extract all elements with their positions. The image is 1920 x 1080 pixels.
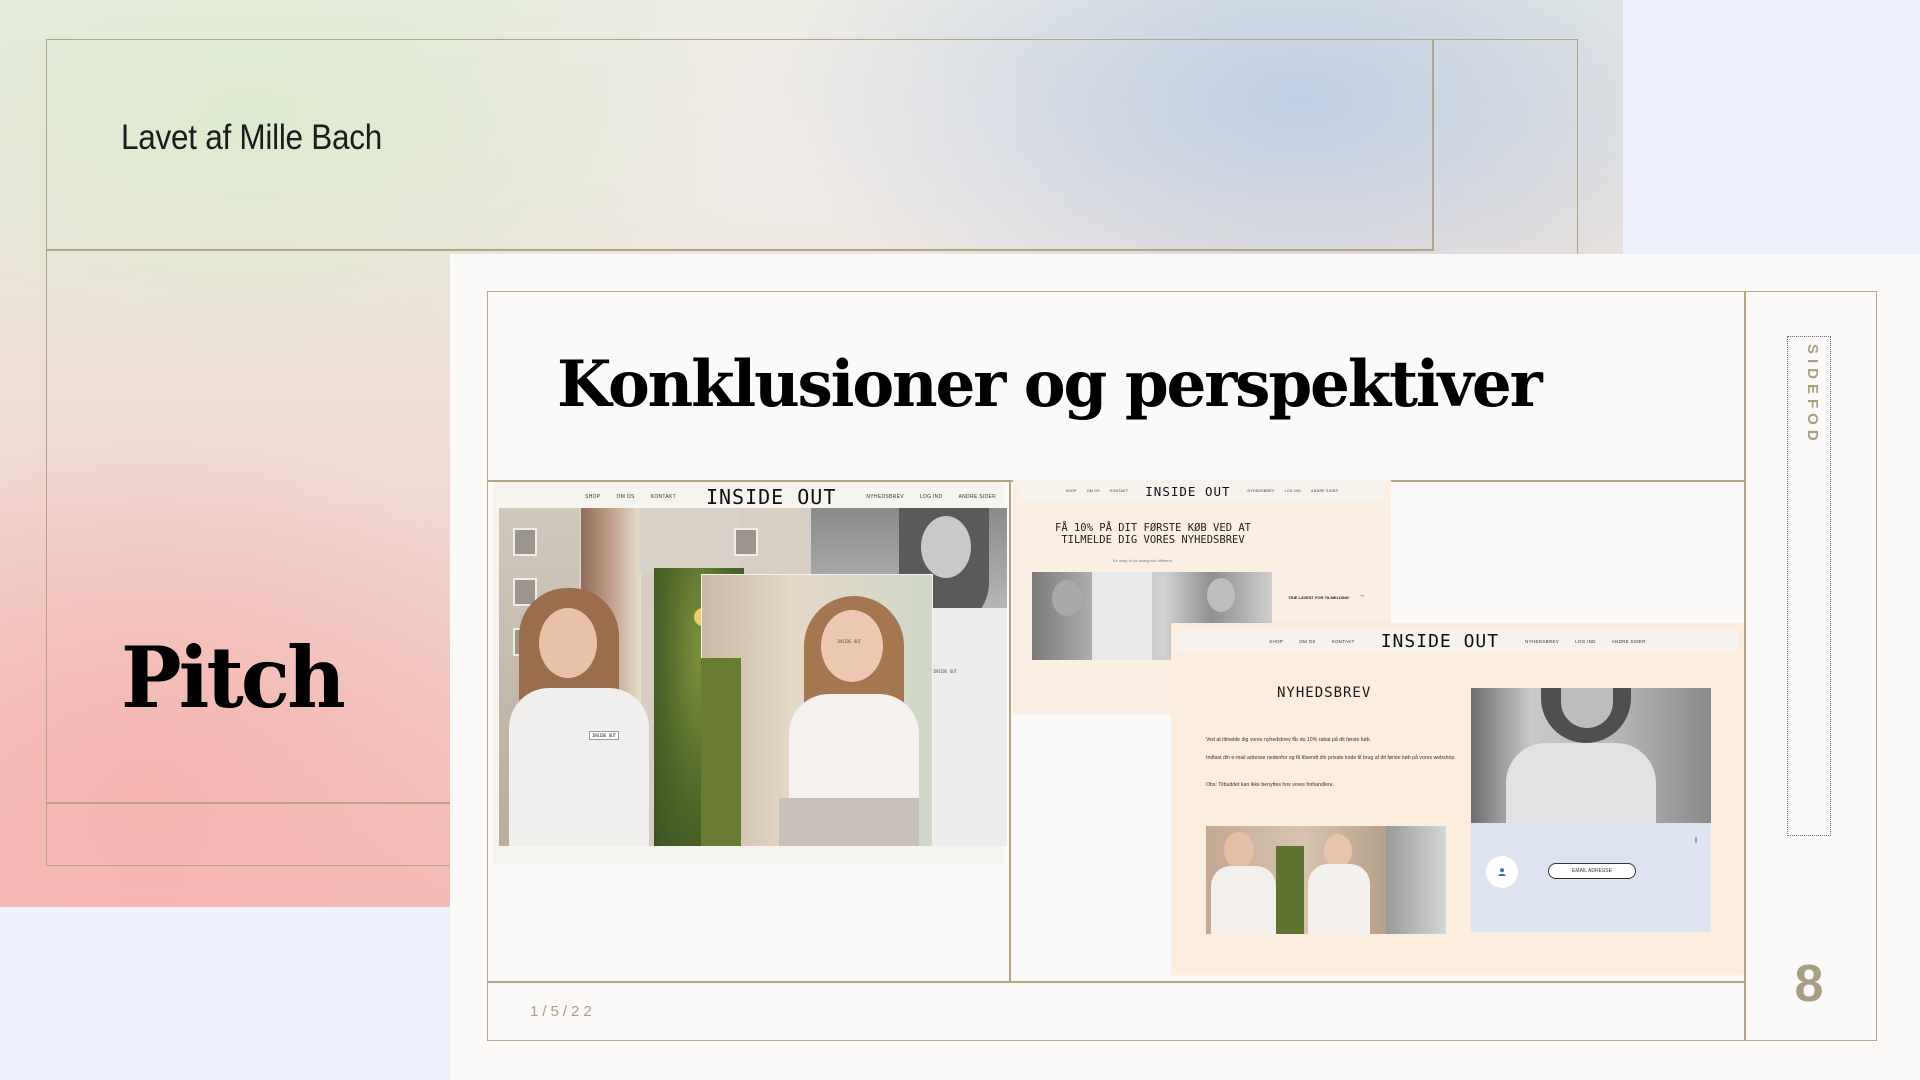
offer-headline: FÅ 10% PÅ DIT FØRSTE KØB VED AT TILMELDE… [1055, 522, 1251, 546]
newsletter-paragraph-1: Ved at tilmelde dig vores nyhedsbrev får… [1206, 737, 1371, 743]
newsletter-brand-logo: INSIDE OUT [1380, 630, 1500, 652]
current-slide[interactable]: Konklusioner og perspektiver SIDEFOD 1/5… [450, 254, 1920, 1080]
nav-contact: KONTAKT [650, 494, 676, 500]
offer-brand-logo: INSIDE OUT [1145, 483, 1231, 499]
arrow-right-icon[interactable]: → [1358, 592, 1366, 600]
slide-date[interactable]: 1/5/22 [530, 1003, 596, 1020]
website-screenshot-newsletter[interactable]: SHOP OM OS KONTAKT INSIDE OUT NYHEDSBREV… [1171, 623, 1744, 975]
newsletter-nav-newsletter: NYHEDSBREV [1525, 638, 1560, 644]
nav-login: LOG IND [919, 494, 943, 500]
slide-number[interactable]: 8 [1794, 954, 1824, 1014]
site-brand-logo: INSIDE OUT [705, 485, 837, 509]
newsletter-photo-strip [1206, 826, 1446, 934]
offer-signup-link[interactable]: TRÆ LAVEST FOR TILMELDING [1288, 595, 1349, 600]
site-nav-bar: SHOP OM OS KONTAKT INSIDE OUT NYHEDSBREV… [493, 485, 1004, 509]
offer-nav-newsletter: NYHEDSBREV [1247, 489, 1275, 493]
tshirt-logo-gray: INSIDE OUT [933, 669, 958, 674]
background-divider-bottom [46, 802, 450, 804]
nav-about: OM OS [616, 494, 635, 500]
background-divider-top [46, 249, 1432, 251]
newsletter-paragraph-3: Obs: Tilbuddet kan ikke benyttes hos vor… [1206, 782, 1335, 788]
footer-divider [487, 981, 1745, 983]
newsletter-heading: NYHEDSBREV [1277, 685, 1372, 701]
slide-title[interactable]: Konklusioner og perspektiver [557, 347, 1543, 422]
email-input[interactable]: EMAIL ADRESSE [1548, 863, 1636, 879]
newsletter-nav-bar: SHOP OM OS KONTAKT INSIDE OUT NYHEDSBREV… [1171, 630, 1744, 652]
form-scroll-indicator [1695, 837, 1697, 843]
footer-placeholder-label: SIDEFOD [1804, 344, 1821, 446]
newsletter-nav-other: ANDRE SIDER [1611, 638, 1646, 644]
newsletter-nav-contact: KONTAKT [1331, 638, 1355, 644]
background-slide-title: Pitch [121, 628, 346, 727]
offer-nav-contact: KONTAKT [1109, 489, 1129, 493]
offer-nav-about: OM OS [1086, 489, 1100, 493]
tshirt-logo-small: INSIDE OUT [837, 639, 862, 644]
newsletter-nav-about: OM OS [1299, 638, 1316, 644]
nav-other-pages: ANDRE SIDER [958, 494, 996, 500]
newsletter-paragraph-2: Indtast din e-mail adresse nedenfor og f… [1206, 755, 1456, 761]
newsletter-nav-shop: SHOP [1269, 638, 1284, 644]
newsletter-signup-form[interactable]: EMAIL ADRESSE [1471, 823, 1711, 932]
offer-nav-login: LOG IND [1284, 489, 1302, 493]
background-divider-vertical [1432, 39, 1434, 251]
nav-newsletter: NYHEDSBREV [866, 494, 904, 500]
author-credit: Lavet af Mille Bach [121, 118, 383, 157]
website-screenshot-hero[interactable]: SHOP OM OS KONTAKT INSIDE OUT NYHEDSBREV… [493, 482, 1007, 864]
offer-nav-shop: SHOP [1065, 489, 1077, 493]
hero-photo-collage: INSIDE OUT INSIDE OUT INSIDE OUT [499, 508, 1007, 846]
slide-right-divider [1744, 291, 1746, 1041]
offer-nav-other: ANDRE SIDER [1311, 489, 1339, 493]
newsletter-nav-login: LOG IND [1575, 638, 1596, 644]
offer-subtext: It's easy to be classy but different [1113, 558, 1172, 563]
user-icon [1498, 868, 1506, 876]
tshirt-logo-badge: INSIDE OUT [589, 731, 620, 740]
offer-nav-bar: SHOP OM OS KONTAKT INSIDE OUT NYHEDSBREV… [1013, 482, 1391, 500]
content-column-divider [1009, 480, 1011, 982]
nav-shop: SHOP [585, 494, 601, 500]
user-avatar [1486, 856, 1518, 888]
newsletter-hero-photo [1471, 688, 1711, 825]
